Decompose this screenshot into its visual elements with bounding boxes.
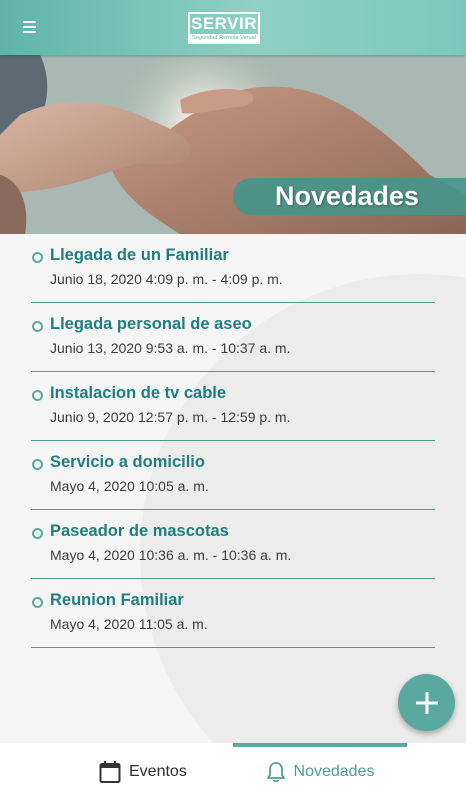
- event-time: Mayo 4, 2020 11:05 a. m.: [50, 616, 208, 632]
- section-title: Novedades: [233, 178, 466, 215]
- tab-news-label: Novedades: [293, 762, 375, 780]
- event-time: Mayo 4, 2020 10:36 a. m. - 10:36 a. m.: [50, 547, 292, 563]
- bullet-icon: [32, 459, 43, 470]
- events-content: Llegada de un Familiar Junio 18, 2020 4:…: [0, 234, 466, 743]
- add-event-button[interactable]: [398, 674, 455, 731]
- logo-subtitle: Seguridad Remota Virtual: [190, 34, 258, 42]
- event-time: Junio 18, 2020 4:09 p. m. - 4:09 p. m.: [50, 271, 283, 287]
- event-title: Llegada personal de aseo: [50, 315, 252, 333]
- bottom-tab-bar: Eventos Novedades: [0, 743, 466, 800]
- event-list: Llegada de un Familiar Junio 18, 2020 4:…: [31, 234, 435, 648]
- plus-icon: [415, 691, 438, 714]
- event-title: Instalacion de tv cable: [50, 384, 227, 402]
- calendar-icon: [99, 760, 121, 783]
- event-time: Mayo 4, 2020 10:05 a. m.: [50, 478, 209, 494]
- bell-icon: [266, 761, 285, 782]
- tab-events-label: Eventos: [129, 762, 187, 780]
- list-item[interactable]: Instalacion de tv cable Junio 9, 2020 12…: [31, 372, 435, 441]
- list-item[interactable]: Paseador de mascotas Mayo 4, 2020 10:36 …: [31, 510, 435, 579]
- event-time: Junio 13, 2020 9:53 a. m. - 10:37 a. m.: [50, 340, 291, 356]
- bullet-icon: [32, 321, 43, 332]
- list-item[interactable]: Llegada de un Familiar Junio 18, 2020 4:…: [31, 234, 435, 303]
- tab-news[interactable]: Novedades: [233, 743, 407, 800]
- event-title: Reunion Familiar: [50, 591, 184, 609]
- bullet-icon: [32, 390, 43, 401]
- event-title: Servicio a domicilio: [50, 453, 205, 471]
- list-item[interactable]: Reunion Familiar Mayo 4, 2020 11:05 a. m…: [31, 579, 435, 648]
- logo-main-text: SERVIR: [191, 14, 257, 33]
- event-time: Junio 9, 2020 12:57 p. m. - 12:59 p. m.: [50, 409, 291, 425]
- bullet-icon: [32, 252, 43, 263]
- bullet-icon: [32, 528, 43, 539]
- tab-events[interactable]: Eventos: [99, 743, 233, 800]
- app-logo: SERVIR Seguridad Remota Virtual: [188, 12, 260, 44]
- event-title: Llegada de un Familiar: [50, 246, 229, 264]
- list-item[interactable]: Llegada personal de aseo Junio 13, 2020 …: [31, 303, 435, 372]
- event-title: Paseador de mascotas: [50, 522, 229, 540]
- hero-banner: Novedades: [0, 55, 466, 234]
- list-item[interactable]: Servicio a domicilio Mayo 4, 2020 10:05 …: [31, 441, 435, 510]
- app-bar: SERVIR Seguridad Remota Virtual: [0, 0, 466, 55]
- bullet-icon: [32, 597, 43, 608]
- active-tab-indicator: [233, 743, 407, 747]
- menu-icon[interactable]: [17, 15, 41, 39]
